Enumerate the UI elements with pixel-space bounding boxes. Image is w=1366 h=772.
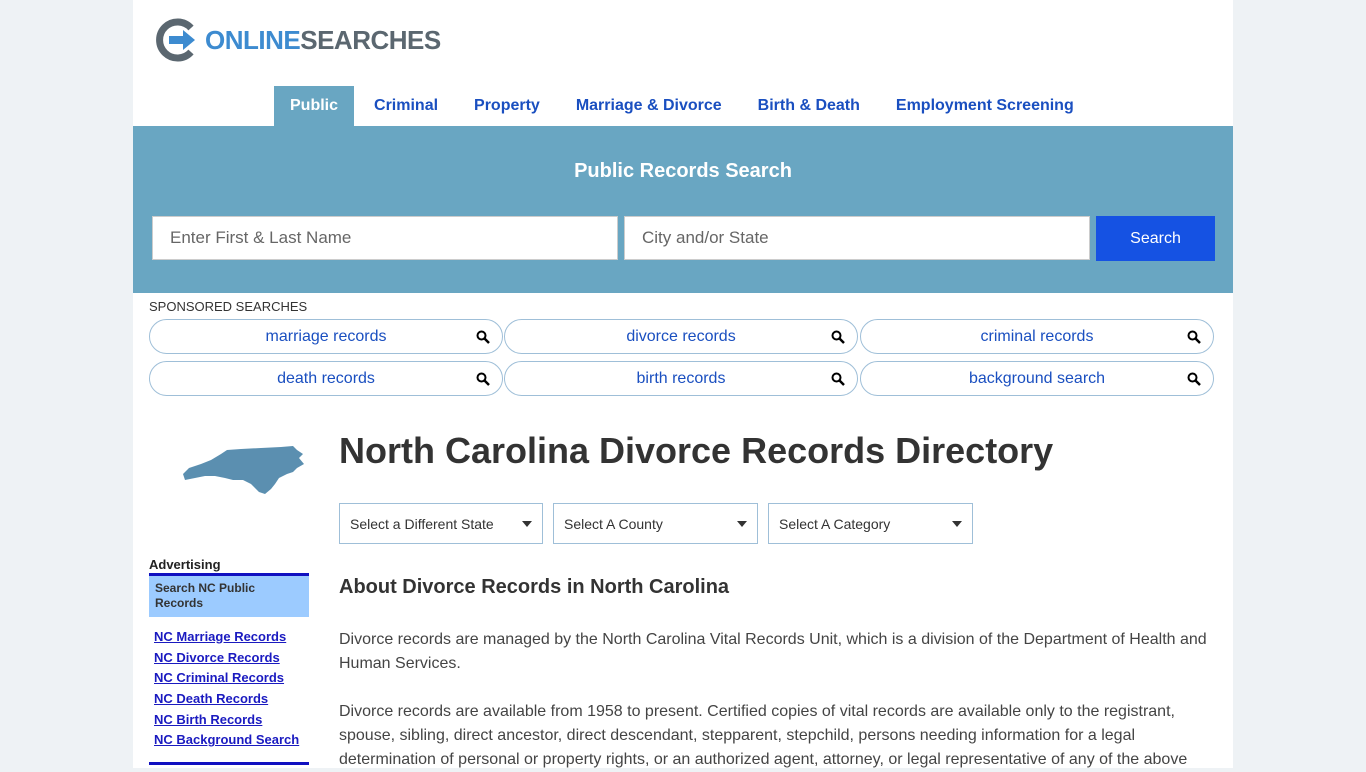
sponsored-label: SPONSORED SEARCHES [149, 299, 308, 314]
chevron-down-icon [522, 521, 532, 527]
chevron-down-icon [737, 521, 747, 527]
sidebar-link-death[interactable]: NC Death Records [154, 690, 299, 711]
sponsored-criminal-records[interactable]: criminal records [860, 319, 1214, 354]
category-select[interactable]: Select A Category [768, 503, 973, 544]
section-title: About Divorce Records in North Carolina [339, 576, 730, 598]
search-icon [1187, 372, 1201, 386]
search-icon [476, 330, 490, 344]
state-select[interactable]: Select a Different State [339, 503, 543, 544]
page-title: North Carolina Divorce Records Directory [339, 430, 1054, 471]
state-select-value: Select a Different State [350, 516, 494, 532]
name-input[interactable] [152, 216, 618, 260]
ad-box-title: Search NC Public Records [149, 573, 309, 617]
pill-label: birth records [636, 370, 726, 387]
north-carolina-map-icon [183, 446, 304, 494]
location-input[interactable] [624, 216, 1090, 260]
sidebar-link-marriage[interactable]: NC Marriage Records [154, 628, 299, 649]
sponsored-divorce-records[interactable]: divorce records [504, 319, 858, 354]
paragraph-1: Divorce records are managed by the North… [339, 631, 1207, 672]
sponsored-marriage-records[interactable]: marriage records [149, 319, 503, 354]
search-button[interactable]: Search [1096, 216, 1215, 261]
sidebar-link-background[interactable]: NC Background Search [154, 731, 299, 752]
search-title: Public Records Search [574, 160, 792, 182]
pill-label: background search [968, 370, 1106, 387]
search-icon [1187, 330, 1201, 344]
county-select[interactable]: Select A County [553, 503, 758, 544]
search-band: Public Records Search Search [133, 126, 1233, 293]
nav-public[interactable]: Public [274, 86, 355, 126]
nav-employment-screening[interactable]: Employment Screening [880, 86, 1090, 126]
logo-text: ONLINESEARCHES [205, 24, 441, 55]
nav-property[interactable]: Property [458, 86, 556, 126]
page: ONLINESEARCHES Public Criminal Property … [133, 0, 1233, 768]
sidebar-divider [149, 762, 309, 765]
paragraph-2: Divorce records are available from 1958 … [339, 703, 1188, 768]
pill-label: death records [277, 370, 375, 387]
nav-birth-death[interactable]: Birth & Death [742, 86, 876, 126]
search-icon [476, 372, 490, 386]
sponsored-background-search[interactable]: background search [860, 361, 1214, 396]
sponsored-death-records[interactable]: death records [149, 361, 503, 396]
pill-label: marriage records [265, 328, 387, 345]
nav-criminal[interactable]: Criminal [358, 86, 454, 126]
search-icon [831, 330, 845, 344]
logo-arrow-icon [156, 18, 195, 62]
sidebar-link-divorce[interactable]: NC Divorce Records [154, 649, 299, 670]
category-select-value: Select A Category [779, 516, 891, 532]
advertising-label: Advertising [149, 557, 221, 572]
chevron-down-icon [952, 521, 962, 527]
nav-marriage-divorce[interactable]: Marriage & Divorce [560, 86, 738, 126]
county-select-value: Select A County [564, 516, 663, 532]
sidebar-links: NC Marriage Records NC Divorce Records N… [154, 628, 299, 752]
sponsored-birth-records[interactable]: birth records [504, 361, 858, 396]
pill-label: divorce records [626, 328, 736, 345]
sidebar-link-birth[interactable]: NC Birth Records [154, 711, 299, 732]
main-nav: Public Criminal Property Marriage & Divo… [274, 86, 1094, 126]
site-logo[interactable]: ONLINESEARCHES [153, 18, 441, 62]
search-icon [831, 372, 845, 386]
sidebar-link-criminal[interactable]: NC Criminal Records [154, 669, 299, 690]
pill-label: criminal records [980, 328, 1094, 345]
